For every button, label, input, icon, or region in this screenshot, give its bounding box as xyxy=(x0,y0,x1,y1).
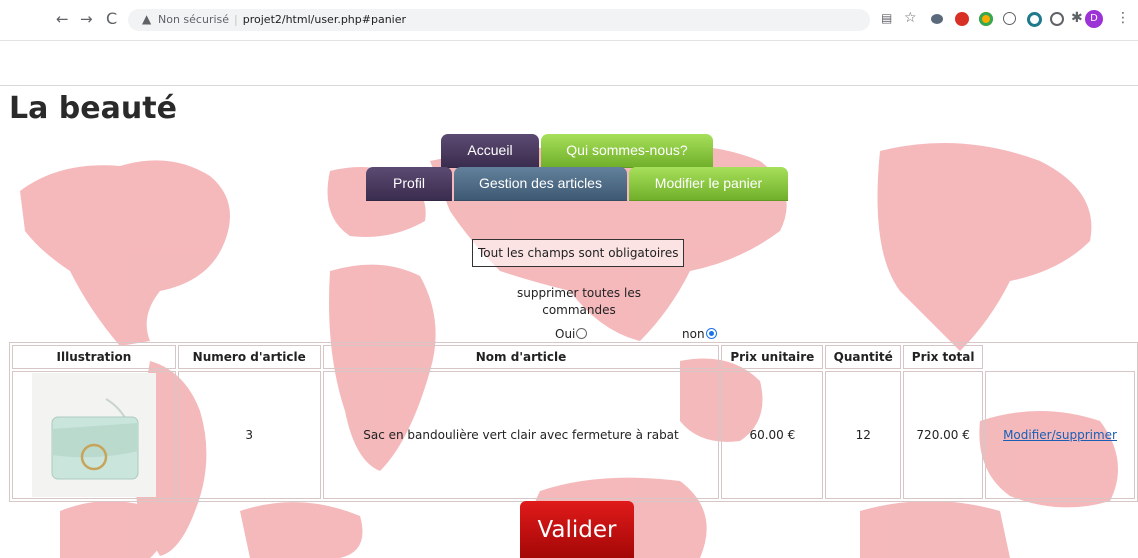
validate-button[interactable]: Valider xyxy=(520,501,634,558)
column-header: Nom d'article xyxy=(322,345,720,369)
radio-oui-button[interactable] xyxy=(576,328,588,339)
quantite-cell: 12 xyxy=(825,371,902,499)
translate-icon[interactable]: ▤ xyxy=(881,9,892,27)
column-header: Numero d'article xyxy=(177,345,321,369)
forward-arrow-icon[interactable]: → xyxy=(80,9,93,29)
extension-icon[interactable] xyxy=(1003,12,1016,25)
table-header-row: Illustration Numero d'article Nom d'arti… xyxy=(12,345,1135,369)
cart-table: Illustration Numero d'article Nom d'arti… xyxy=(9,342,1138,502)
column-header: Illustration xyxy=(12,345,176,369)
required-fields-notice: Tout les champs sont obligatoires xyxy=(472,239,685,267)
site-title: La beauté xyxy=(9,91,177,126)
avatar[interactable]: D xyxy=(1085,10,1103,28)
address-bar[interactable]: ▲ Non sécurisé | projet2/html/user.php#pan… xyxy=(128,9,870,31)
column-header: Quantité xyxy=(825,345,902,369)
tab-qui-sommes-nous[interactable]: Qui sommes-nous? xyxy=(541,134,713,168)
adblock-icon[interactable] xyxy=(955,12,969,26)
delete-all-label: supprimer toutes les commandes xyxy=(517,286,641,317)
radio-non-button[interactable] xyxy=(705,328,717,339)
radio-oui-label: Oui xyxy=(555,327,576,341)
extension-icon[interactable] xyxy=(931,14,943,24)
extension-icon[interactable] xyxy=(1050,12,1064,26)
column-header: Prix unitaire xyxy=(721,345,824,369)
radio-non[interactable]: non xyxy=(682,327,717,341)
tab-profil[interactable]: Profil xyxy=(366,167,452,201)
tab-modifier-le-panier[interactable]: Modifier le panier xyxy=(629,167,788,201)
radio-oui[interactable]: Oui xyxy=(555,327,588,341)
reload-icon[interactable]: C xyxy=(106,9,117,29)
url-text: projet2/html/user.php#panier xyxy=(242,13,407,26)
puzzle-icon[interactable]: ✱ xyxy=(1071,9,1083,27)
extension-icon[interactable] xyxy=(979,12,993,26)
table-row: 3 Sac en bandoulière vert clair avec fer… xyxy=(12,371,1135,499)
column-header: Prix total xyxy=(903,345,984,369)
header-divider xyxy=(0,85,1138,86)
illustration-cell xyxy=(12,371,176,499)
browser-toolbar: ← → C ▲ Non sécurisé | projet2/html/user.p… xyxy=(0,0,1138,41)
prix-total-cell: 720.00 € xyxy=(903,371,984,499)
modify-delete-link[interactable]: Modifier/supprimer xyxy=(1003,428,1117,442)
extension-icon[interactable] xyxy=(1027,12,1042,27)
numero-cell: 3 xyxy=(177,371,321,499)
back-arrow-icon[interactable]: ← xyxy=(56,9,69,29)
tab-accueil[interactable]: Accueil xyxy=(441,134,539,168)
page-content: La beauté Accueil Qui sommes-nous? Profi… xyxy=(0,41,1138,558)
nom-cell: Sac en bandoulière vert clair avec ferme… xyxy=(322,371,720,499)
prix-unitaire-cell: 60.00 € xyxy=(721,371,824,499)
warning-icon: ▲ xyxy=(142,12,152,26)
security-label: Non sécurisé xyxy=(158,13,230,26)
action-cell: Modifier/supprimer xyxy=(985,371,1135,499)
separator: | xyxy=(234,13,238,26)
menu-dots-icon[interactable]: ⋮ xyxy=(1116,9,1130,27)
radio-non-label: non xyxy=(682,327,705,341)
bookmark-star-icon[interactable]: ☆ xyxy=(904,9,917,27)
column-header xyxy=(985,345,1135,369)
tab-gestion-des-articles[interactable]: Gestion des articles xyxy=(454,167,627,201)
bag-product-image xyxy=(31,373,156,497)
